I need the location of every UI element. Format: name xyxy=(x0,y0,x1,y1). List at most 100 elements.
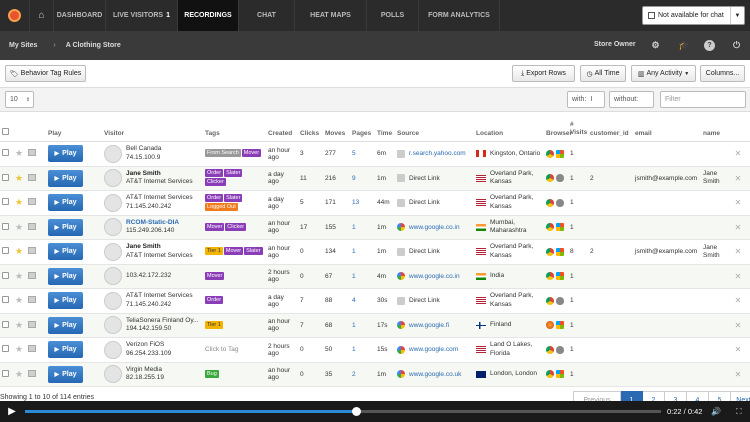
table-row[interactable]: ★ ▶ Play TeliaSonera Finland Oy... 194.142… xyxy=(0,313,750,338)
row-checkbox[interactable] xyxy=(2,369,9,377)
table-row[interactable]: ★ ▶ Play 103.42.172.232 Mover 2 hours ago… xyxy=(0,264,750,289)
pages-cell[interactable]: 1 xyxy=(350,215,375,240)
source-link[interactable]: www.google.com xyxy=(409,346,458,353)
without-tag-filter[interactable]: without: xyxy=(609,91,654,108)
source-link[interactable]: www.google.co.in xyxy=(409,224,460,231)
visitor-name[interactable]: Bell Canada xyxy=(126,145,161,154)
help-icon[interactable]: ? xyxy=(704,40,715,51)
breadcrumb-my-sites[interactable]: My Sites xyxy=(0,42,37,49)
delete-icon[interactable]: ✕ xyxy=(726,288,750,314)
delete-icon[interactable]: ✕ xyxy=(726,215,750,240)
table-row[interactable]: ★ ▶ Play RCOM-Static-DIA 115.249.206.140 M… xyxy=(0,215,750,240)
row-checkbox[interactable] xyxy=(2,173,9,181)
col-header-time[interactable]: Time xyxy=(375,121,395,142)
table-row[interactable]: ★ ▶ Play Jane Smith AT&T Internet Services… xyxy=(0,239,750,265)
source-link[interactable]: Direct Link xyxy=(409,199,440,206)
behavior-tag[interactable]: Slater xyxy=(224,193,243,202)
behavior-tag[interactable]: From Search xyxy=(205,149,241,158)
table-row[interactable]: ★ ▶ Play AT&T Internet Services 71.145.240… xyxy=(0,190,750,216)
seek-handle[interactable] xyxy=(351,407,361,416)
click-to-tag[interactable]: Click to Tag xyxy=(205,346,238,353)
col-header-visitor[interactable]: Visitor xyxy=(102,121,203,142)
nav-dashboard[interactable]: DASHBOARD xyxy=(53,0,105,31)
visitor-name[interactable]: Virgin Media xyxy=(126,366,164,375)
notes-icon[interactable] xyxy=(28,369,36,377)
behavior-tag[interactable]: Tier 1 xyxy=(205,320,223,329)
play-recording-button[interactable]: ▶ Play xyxy=(48,341,83,359)
behavior-tag[interactable]: Mover xyxy=(205,271,225,280)
any-activity-dropdown[interactable]: ▥ Any Activity ▼ xyxy=(631,65,696,82)
table-row[interactable]: ★ ▶ Play Virgin Media 82.18.255.19 Bug an … xyxy=(0,362,750,387)
play-recording-button[interactable]: ▶ Play xyxy=(48,267,83,285)
source-link[interactable]: Direct Link xyxy=(409,175,440,182)
visitor-name[interactable]: Verizon FiOS xyxy=(126,341,171,350)
nav-recordings[interactable]: RECORDINGS xyxy=(177,0,238,31)
delete-icon[interactable]: ✕ xyxy=(726,190,750,216)
visitor-name[interactable]: AT&T Internet Services xyxy=(126,292,193,301)
delete-icon[interactable]: ✕ xyxy=(726,362,750,387)
source-link[interactable]: r.search.yahoo.com xyxy=(409,150,466,157)
pages-cell[interactable]: 13 xyxy=(350,190,375,216)
star-icon[interactable]: ★ xyxy=(15,295,23,305)
availability-checkbox[interactable] xyxy=(648,12,655,19)
nav-live-visitors[interactable]: LIVE VISITORS 1 xyxy=(105,0,177,31)
behavior-tag[interactable]: Slater xyxy=(244,247,263,256)
row-checkbox[interactable] xyxy=(2,222,9,230)
table-row[interactable]: ★ ▶ Play Verizon FiOS 96.254.233.109 Click… xyxy=(0,337,750,363)
row-checkbox[interactable] xyxy=(2,320,9,328)
delete-icon[interactable]: ✕ xyxy=(726,239,750,265)
behavior-tag[interactable]: Clicker xyxy=(225,222,247,231)
star-icon[interactable]: ★ xyxy=(15,246,23,256)
star-icon[interactable]: ★ xyxy=(15,271,23,281)
play-recording-button[interactable]: ▶ Play xyxy=(48,292,83,310)
pages-cell[interactable]: 1 xyxy=(350,239,375,265)
notes-icon[interactable] xyxy=(28,149,36,157)
notes-icon[interactable] xyxy=(28,296,36,304)
behavior-tag[interactable]: Mover xyxy=(241,149,262,158)
play-icon[interactable]: ▶ xyxy=(0,406,24,417)
col-header-created[interactable]: Created xyxy=(266,121,298,142)
behavior-tag[interactable]: Mover xyxy=(205,222,225,231)
volume-icon[interactable]: 🔊 xyxy=(711,407,721,416)
col-header-moves[interactable]: Moves xyxy=(323,121,350,142)
col-header-email[interactable]: email xyxy=(633,121,701,142)
play-recording-button[interactable]: ▶ Play xyxy=(48,169,83,187)
play-recording-button[interactable]: ▶ Play xyxy=(48,243,83,261)
table-row[interactable]: ★ ▶ Play AT&T Internet Services 71.145.240… xyxy=(0,288,750,314)
chat-availability-select[interactable]: Not available for chat ▼ xyxy=(642,6,745,25)
star-icon[interactable]: ★ xyxy=(15,197,23,207)
caret-down-icon[interactable]: ▼ xyxy=(730,7,744,24)
breadcrumb-site[interactable]: A Clothing Store xyxy=(66,42,121,49)
source-link[interactable]: www.google.co.in xyxy=(409,273,460,280)
filter-input[interactable]: Filter xyxy=(660,91,746,108)
export-rows-button[interactable]: ⤓ Export Rows xyxy=(512,65,575,82)
delete-icon[interactable]: ✕ xyxy=(726,313,750,338)
visitor-name[interactable]: AT&T Internet Services xyxy=(126,194,193,203)
behavior-tag[interactable]: Logged Out xyxy=(205,202,238,211)
behavior-tag[interactable]: Order xyxy=(205,169,224,178)
select-all-checkbox[interactable] xyxy=(2,128,9,135)
pages-cell[interactable]: 9 xyxy=(350,166,375,191)
delete-icon[interactable]: ✕ xyxy=(726,337,750,363)
with-tag-filter[interactable]: with: I xyxy=(567,91,605,108)
notes-icon[interactable] xyxy=(28,320,36,328)
col-header-location[interactable]: Location xyxy=(474,121,544,142)
behavior-tag-rules-button[interactable]: 🏷 Behavior Tag Rules xyxy=(5,65,86,82)
row-checkbox[interactable] xyxy=(2,345,9,353)
source-link[interactable]: www.google.co.uk xyxy=(409,371,461,378)
row-checkbox[interactable] xyxy=(2,247,9,255)
star-icon[interactable]: ★ xyxy=(15,369,23,379)
fullscreen-icon[interactable]: ⛶ xyxy=(736,407,742,417)
nav-form-analytics[interactable]: FORM ANALYTICS xyxy=(418,0,500,31)
pages-cell[interactable]: 4 xyxy=(350,288,375,314)
col-header-browser[interactable]: Browser xyxy=(544,121,572,142)
row-checkbox[interactable] xyxy=(2,271,9,279)
all-time-button[interactable]: ◷ All Time xyxy=(580,65,626,82)
play-recording-button[interactable]: ▶ Play xyxy=(48,194,83,212)
star-icon[interactable]: ★ xyxy=(15,173,23,183)
visitor-name[interactable]: Jane Smith xyxy=(126,170,193,179)
play-recording-button[interactable]: ▶ Play xyxy=(48,145,83,163)
notes-icon[interactable] xyxy=(28,345,36,353)
col-header-play[interactable]: Play xyxy=(46,121,102,142)
play-recording-button[interactable]: ▶ Play xyxy=(48,218,83,236)
